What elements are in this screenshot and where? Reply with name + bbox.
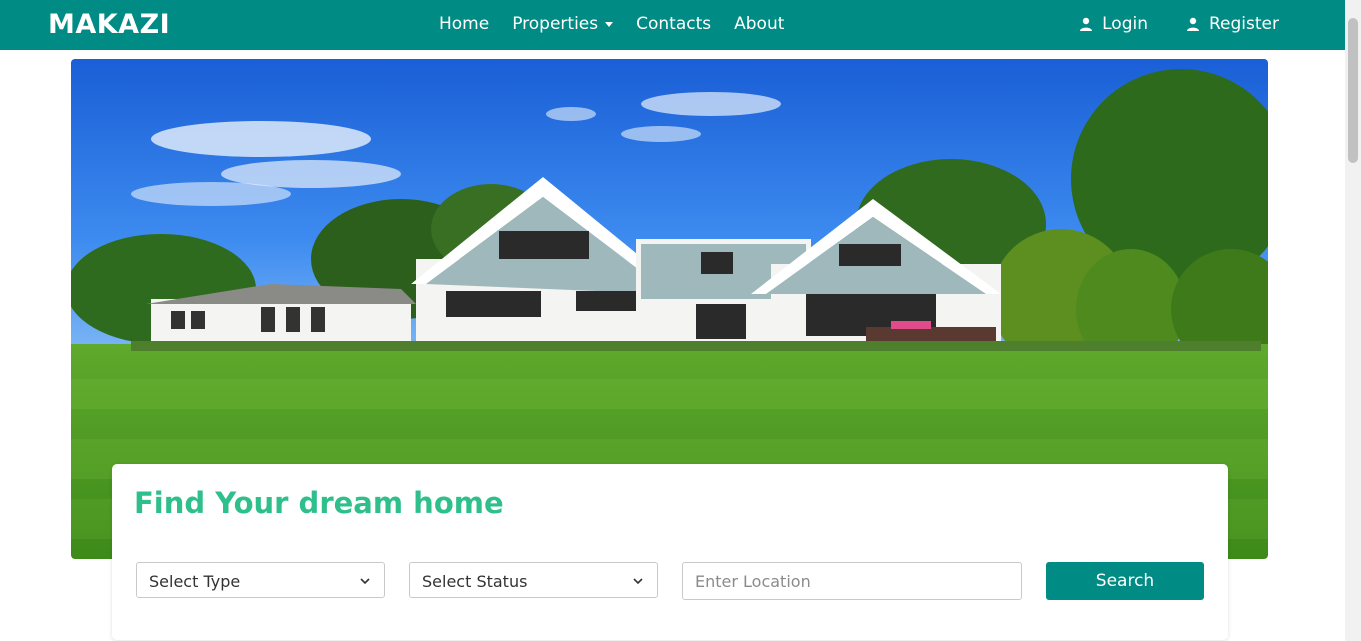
status-select-value: Select Status	[422, 572, 528, 591]
nav-link-properties[interactable]: Properties	[512, 14, 614, 34]
type-select[interactable]: Select Type	[136, 562, 385, 598]
nav-link-properties-label: Properties	[512, 14, 599, 34]
login-label: Login	[1102, 14, 1148, 34]
nav-link-contacts[interactable]: Contacts	[636, 14, 711, 34]
status-select[interactable]: Select Status	[409, 562, 658, 598]
nav-links: Home Properties Contacts About	[439, 14, 807, 34]
chevron-down-icon	[360, 578, 370, 585]
register-link[interactable]: Register	[1186, 14, 1279, 34]
page-scrollbar[interactable]	[1345, 0, 1361, 641]
search-button[interactable]: Search	[1046, 562, 1204, 600]
caret-down-icon	[605, 21, 614, 27]
nav-link-about[interactable]: About	[734, 14, 784, 34]
login-link[interactable]: Login	[1079, 14, 1148, 34]
register-label: Register	[1209, 14, 1279, 34]
location-input[interactable]	[682, 562, 1022, 600]
top-navbar: MAKAZI Home Properties Contacts About Lo…	[0, 0, 1345, 50]
user-icon	[1187, 17, 1199, 31]
auth-links: Login Register	[1041, 14, 1279, 34]
scrollbar-thumb[interactable]	[1348, 18, 1358, 163]
brand-logo[interactable]: MAKAZI	[48, 9, 170, 40]
search-card: Find Your dream home Select Type Select …	[112, 464, 1228, 640]
chevron-down-icon	[633, 578, 643, 585]
type-select-value: Select Type	[149, 572, 241, 591]
user-icon	[1080, 17, 1093, 31]
search-title: Find Your dream home	[134, 486, 504, 520]
nav-link-home[interactable]: Home	[439, 14, 489, 34]
